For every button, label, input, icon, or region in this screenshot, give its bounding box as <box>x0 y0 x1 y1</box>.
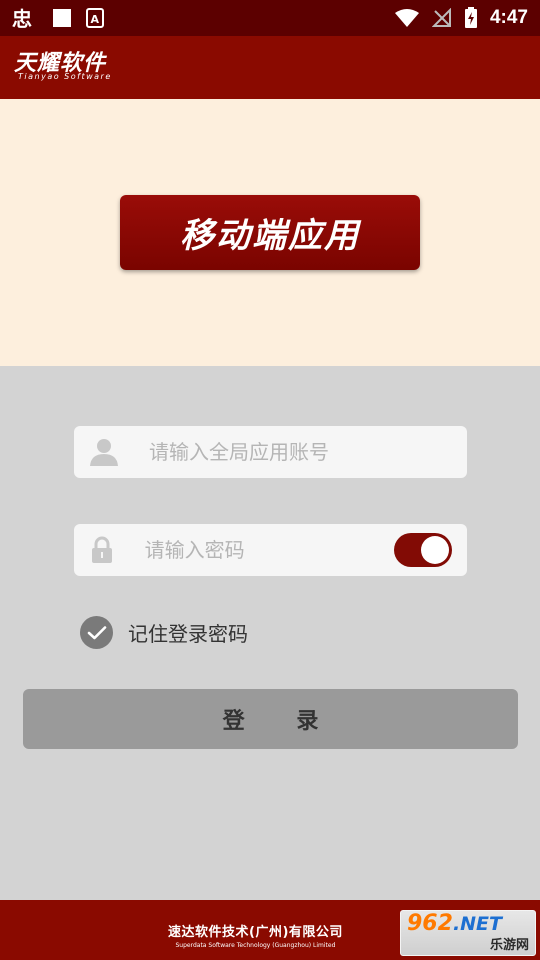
password-input[interactable] <box>129 538 394 562</box>
show-password-toggle[interactable] <box>393 533 452 567</box>
hero-banner: 移动端应用 <box>0 99 540 366</box>
watermark-site-name: 乐游网 <box>489 938 529 953</box>
wifi-icon <box>394 8 420 28</box>
remember-password-label: 记住登录密码 <box>128 622 248 646</box>
a-icon: A <box>86 8 104 28</box>
status-right-icons: 4:47 <box>394 7 528 29</box>
svg-text:忠: 忠 <box>12 7 32 29</box>
account-input[interactable] <box>134 440 467 464</box>
remember-password-row[interactable]: 记住登录密码 <box>80 616 248 649</box>
password-field[interactable] <box>74 524 467 576</box>
account-field[interactable] <box>74 426 467 478</box>
company-name-en: Superdata Software Technology (Guangzhou… <box>175 942 336 949</box>
toggle-knob <box>421 536 449 564</box>
watermark-digits: 962 <box>407 911 453 936</box>
lock-icon <box>74 524 130 576</box>
remember-checkbox[interactable] <box>80 616 113 649</box>
watermark-number: 962.NET <box>407 911 502 936</box>
company-name-cn: 速达软件技术(广州)有限公司 <box>168 925 343 940</box>
svg-text:A: A <box>91 13 100 26</box>
mobile-app-badge: 移动端应用 <box>120 195 420 270</box>
brand-logo-en: Tianyao Software <box>18 72 112 81</box>
user-icon <box>74 426 134 478</box>
status-time: 4:47 <box>489 7 528 28</box>
square-icon <box>52 8 72 28</box>
watermark-net: .NET <box>452 913 502 935</box>
app-bar: 天耀软件 Tianyao Software <box>0 36 540 99</box>
app-icon: 忠 <box>12 7 38 29</box>
company-logo: 速达软件技术(广州)有限公司 Superdata Software Techno… <box>168 921 343 949</box>
status-left-icons: 忠 A <box>12 7 104 29</box>
status-bar: 忠 A 4:47 <box>0 0 540 36</box>
site-watermark: 962.NET 乐游网 <box>400 910 536 956</box>
no-signal-icon <box>431 8 452 28</box>
login-button[interactable]: 登 录 <box>23 689 518 749</box>
checkmark-icon <box>87 625 106 639</box>
battery-charging-icon <box>464 7 478 29</box>
